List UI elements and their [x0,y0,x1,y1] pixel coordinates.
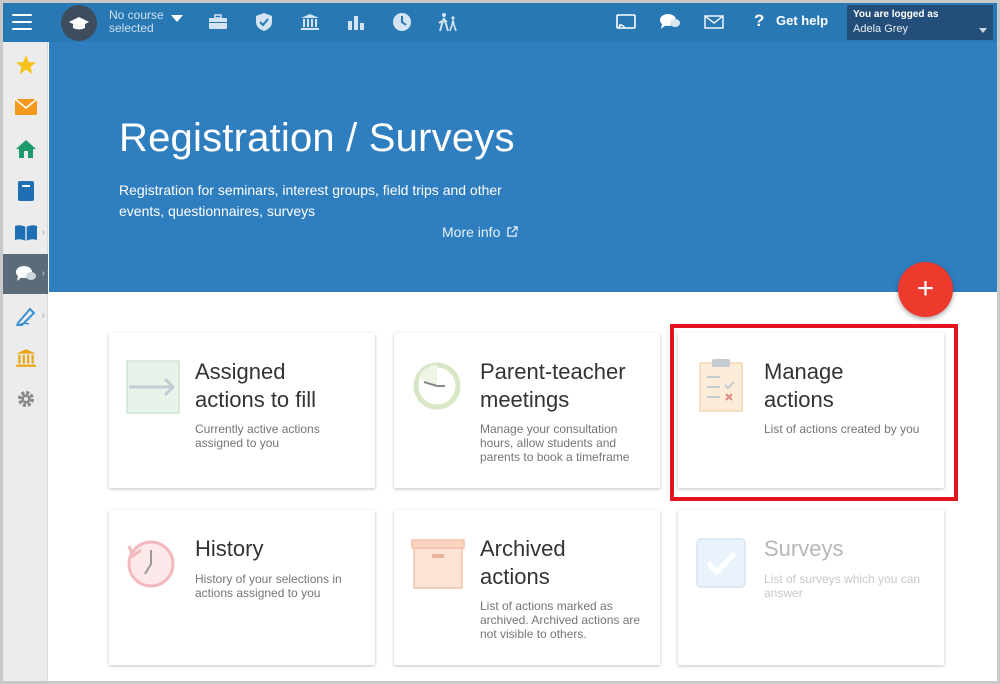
card-subtitle-line: List of actions marked as [480,599,613,613]
card-subtitle-line: Manage your consultation [480,422,618,436]
card-title: Assigned actions to fill [195,358,316,414]
sidebar-item-messages[interactable] [3,87,48,127]
sidebar: › › › [3,42,48,681]
page-description: Registration for seminars, interest grou… [119,180,539,222]
sidebar-item-surveys[interactable]: › [3,254,48,294]
card-subtitle: History of your selections in actions as… [195,572,365,600]
card-title-line: Archived [480,536,566,561]
briefcase-icon[interactable] [207,11,229,33]
card-subtitle-line: answer [764,586,803,600]
more-info-link[interactable]: More info [442,224,518,240]
more-info-label: More info [442,224,501,240]
card-title-line: Assigned [195,359,286,384]
sidebar-item-courses[interactable]: › [3,213,48,253]
chat-bubbles-icon[interactable] [659,11,681,33]
chevron-right-icon: › [41,268,45,279]
course-selector[interactable]: No course selected [109,9,164,35]
user-menu[interactable]: You are logged as Adela Grey [847,5,993,40]
shield-check-icon[interactable] [253,11,275,33]
star-icon [15,54,36,75]
card-title-line: Surveys [764,536,844,561]
card-title: Parent-teacher meetings [480,358,626,414]
card-subtitle-line: archived. Archived actions are [480,613,641,627]
card-subtitle: List of actions marked as archived. Arch… [480,599,650,641]
card-subtitle: List of surveys which you can answer [764,572,934,600]
card-title: Surveys [764,535,843,563]
notebook-icon [17,181,34,201]
app-window: No course selected ? Get help You are lo… [3,3,997,681]
caret-down-icon [979,28,987,33]
open-book-icon [14,225,37,241]
card-title-line: actions to fill [195,387,317,412]
sidebar-item-favorites[interactable] [3,45,48,85]
course-line-2: selected [109,21,154,35]
sidebar-item-settings[interactable] [3,379,48,419]
card-title: Archived actions [480,535,566,591]
sidebar-item-edit[interactable]: › [3,296,48,336]
card-subtitle-line: parents to book a timeframe [480,450,630,464]
add-button[interactable]: + [898,262,953,317]
chevron-right-icon: › [41,310,45,321]
bar-chart-icon[interactable] [345,11,367,33]
envelope-icon [14,99,37,115]
logged-as-label: You are logged as [853,9,939,20]
chevron-right-icon: › [41,227,45,238]
institution-icon [15,349,36,367]
card-subtitle-line: Currently active actions [195,422,320,436]
external-link-icon [507,226,518,237]
card-title-line: meetings [480,387,570,412]
arrow-right-icon [126,360,180,414]
card-subtitle-line: actions assigned to you [195,586,321,600]
sidebar-item-notebook[interactable] [3,171,48,211]
card-subtitle-line: assigned to you [195,436,280,450]
top-bar: No course selected ? Get help You are lo… [3,3,997,42]
cast-screen-icon[interactable] [615,11,637,33]
institution-icon[interactable] [299,11,321,33]
envelope-icon[interactable] [703,11,725,33]
archive-box-icon [411,539,465,589]
pen-icon [15,307,35,326]
card-title: History [195,535,263,563]
graduation-cap-icon[interactable] [61,5,97,41]
walking-people-icon[interactable] [437,11,459,33]
card-surveys[interactable]: Surveys List of surveys which you can an… [678,510,944,665]
card-title-line: History [195,536,264,561]
page-title: Registration / Surveys [119,116,515,160]
highlight-box [670,324,958,501]
card-history[interactable]: History History of your selections in ac… [109,510,375,665]
card-title-line: Parent-teacher [480,359,626,384]
help-icon[interactable]: ? [754,11,764,31]
home-icon [15,140,36,158]
hero-banner: Registration / Surveys Registration for … [49,42,997,292]
card-subtitle-line: hours, allow students and [480,436,617,450]
description-line-2: events, questionnaires, surveys [119,203,316,219]
card-subtitle: Manage your consultation hours, allow st… [480,422,650,464]
history-clock-icon [127,540,175,588]
timer-icon[interactable] [391,11,413,33]
get-help-link[interactable]: Get help [776,13,828,28]
card-subtitle-line: not visible to others. [480,627,587,641]
checkmark-icon [696,538,746,588]
description-line-1: Registration for seminars, interest grou… [119,182,502,198]
clock-icon [413,362,461,410]
card-archived-actions[interactable]: Archived actions List of actions marked … [394,510,660,665]
card-subtitle-line: List of surveys which you can [764,572,921,586]
caret-down-icon[interactable] [171,15,183,22]
card-subtitle-line: History of your selections in [195,572,342,586]
gear-icon [17,391,34,407]
card-title-line: actions [480,564,550,589]
card-subtitle: Currently active actions assigned to you [195,422,365,450]
sidebar-item-institution[interactable] [3,338,48,378]
card-assigned-actions[interactable]: Assigned actions to fill Currently activ… [109,333,375,488]
menu-icon[interactable] [12,12,32,32]
user-name: Adela Grey [853,23,909,35]
chat-bubbles-icon [15,266,36,281]
card-parent-teacher-meetings[interactable]: Parent-teacher meetings Manage your cons… [394,333,660,488]
sidebar-item-home[interactable] [3,129,48,169]
